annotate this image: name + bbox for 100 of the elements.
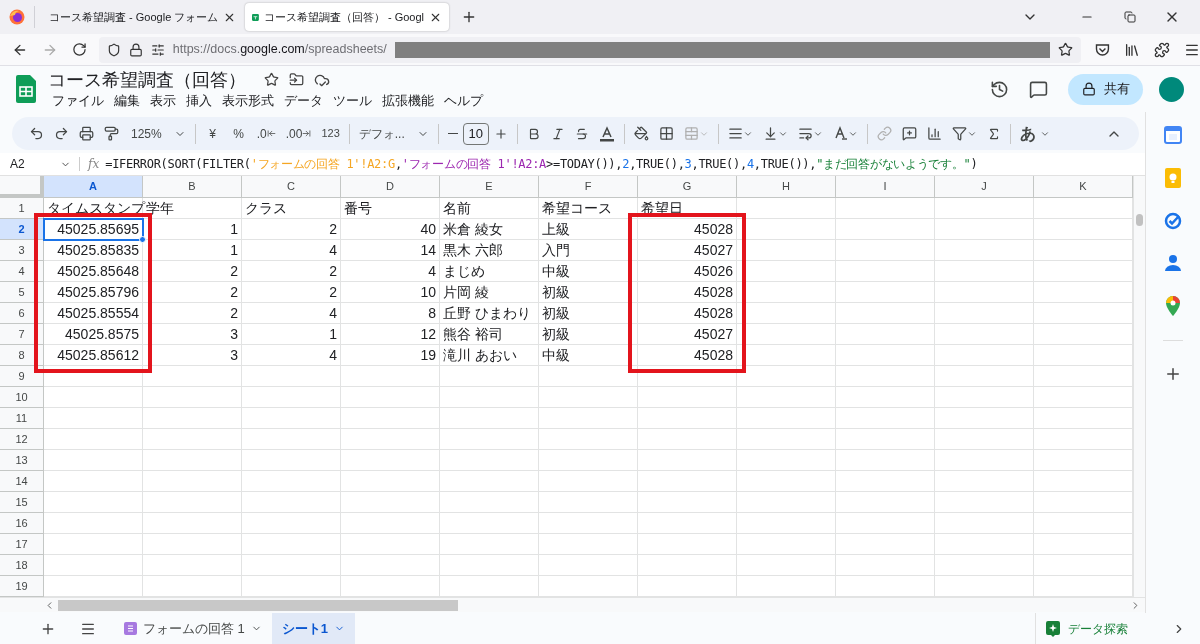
library-icon[interactable] [1124,41,1141,58]
row-header[interactable]: 17 [0,534,44,555]
paint-bucket-icon [633,126,649,141]
increase-decimals-button[interactable]: .00 [280,120,317,147]
menu-item[interactable]: 表示形式 [218,91,278,110]
address-bar[interactable]: https://docs.google.com/spreadsheets/ [98,36,1082,63]
row-header[interactable]: 7 [0,324,44,345]
explore-button[interactable]: データ探索 [1036,613,1138,644]
formula-field[interactable]: =IFERROR(SORT(FILTER('フォームの回答 1'!A2:G,'フォームの回答 1'!A2:A>=TODAY()),2,TRUE(),3,TRUE(),4,TRUE()),"まだ回答がないようです。") [105,155,978,173]
shield-icon[interactable] [106,42,121,57]
pocket-icon[interactable] [1095,42,1111,57]
browser-tab[interactable]: コース希望調査 - Google フォーム [37,3,241,31]
calendar-icon[interactable] [1164,126,1182,144]
tasks-icon[interactable] [1164,212,1182,230]
permissions-icon[interactable] [150,42,165,57]
corner-cell[interactable] [0,176,44,198]
move-folder-icon[interactable] [289,72,304,87]
font-dropdown[interactable]: デフォ... [353,120,434,147]
vertical-scroll-thumb[interactable] [1136,214,1143,226]
column-header[interactable]: D [341,176,440,198]
column-header[interactable]: G [638,176,737,198]
add-icon[interactable] [1164,365,1182,383]
sheets-logo-icon[interactable] [16,75,36,103]
menu-item[interactable]: ファイル [48,91,108,110]
sheet-tab[interactable]: シート1 [271,613,356,644]
row-header[interactable]: 1 [0,198,44,219]
row-header[interactable]: 12 [0,429,44,450]
name-box[interactable]: A2 [0,155,60,173]
column-header[interactable]: I [836,176,935,198]
table-cell: 中級 [539,261,638,282]
horizontal-scroll-thumb[interactable] [58,599,458,611]
bookmark-star-icon[interactable] [1058,42,1074,57]
percent-button[interactable]: % [225,120,252,147]
sheet-tab[interactable]: フォームの回答 1 [114,613,272,644]
menu-item[interactable]: データ [280,91,327,110]
contacts-icon[interactable] [1165,254,1181,272]
table-cell: 名前 [440,198,539,219]
table-cell: 3 [143,324,242,345]
filter-icon [951,126,967,141]
zoom-dropdown[interactable]: 125% [126,120,191,147]
paint-roller-icon [104,126,119,141]
reload-icon[interactable] [71,42,87,57]
table-cell: 19 [341,345,440,366]
restore-icon[interactable] [1124,11,1136,23]
input-tools-button[interactable]: あ [1014,120,1055,147]
row-header[interactable]: 16 [0,513,44,534]
table-cell: 熊谷 裕司 [440,324,539,345]
column-header[interactable]: J [935,176,1034,198]
fill-handle[interactable] [139,236,146,243]
row-header[interactable]: 9 [0,366,44,387]
menu-item[interactable]: ツール [329,91,376,110]
row-header[interactable]: 19 [0,576,44,597]
table-cell: 45028 [638,345,737,366]
undo-icon [29,126,44,141]
comments-icon[interactable] [1029,79,1048,99]
table-cell: 45026 [638,261,737,282]
column-header[interactable]: H [737,176,836,198]
table-cell: 番号 [341,198,440,219]
column-header[interactable]: A [44,176,143,198]
column-header[interactable]: F [539,176,638,198]
row-header[interactable]: 15 [0,492,44,513]
vertical-scrollbar[interactable] [1133,176,1145,597]
row-header[interactable]: 13 [0,450,44,471]
column-header[interactable]: E [440,176,539,198]
history-icon[interactable] [990,79,1009,99]
menu-item[interactable]: 編集 [110,91,144,110]
star-icon[interactable] [264,72,279,87]
row-header[interactable]: 10 [0,387,44,408]
row-header[interactable]: 2 [0,219,44,240]
row-header[interactable]: 14 [0,471,44,492]
table-cell: 2 [143,303,242,324]
menu-item[interactable]: ヘルプ [440,91,487,110]
row-header[interactable]: 11 [0,408,44,429]
lock-icon[interactable] [128,42,143,57]
row-header[interactable]: 6 [0,303,44,324]
document-title[interactable]: コース希望調査（回答） [48,68,246,91]
font-size-field[interactable]: 10 [462,122,489,145]
row-header[interactable]: 3 [0,240,44,261]
row-header[interactable]: 18 [0,555,44,576]
menu-item[interactable]: 挿入 [182,91,216,110]
link-icon [876,126,892,141]
menu-item[interactable]: 表示 [146,91,180,110]
map-pin-icon[interactable] [1166,296,1180,316]
new-tab-icon[interactable] [461,9,477,25]
row-header[interactable]: 5 [0,282,44,303]
avatar[interactable] [1159,76,1184,102]
number-format-button[interactable]: 123 [316,120,345,147]
column-header[interactable]: B [143,176,242,198]
currency-button[interactable]: ¥ [199,120,226,147]
decrease-decimals-button[interactable]: .0 [251,120,281,147]
table-cell: 黒木 六郎 [440,240,539,261]
browser-logo-icon[interactable] [9,9,25,25]
extensions-icon[interactable] [1154,41,1171,58]
browser-tab[interactable]: コース希望調査（回答） - Googl [245,3,449,31]
menu-item[interactable]: 拡張機能 [378,91,438,110]
column-header[interactable]: C [242,176,341,198]
row-header[interactable]: 8 [0,345,44,366]
share-button[interactable]: 共有 [1068,73,1143,105]
row-header[interactable]: 4 [0,261,44,282]
chart-icon [926,126,942,141]
